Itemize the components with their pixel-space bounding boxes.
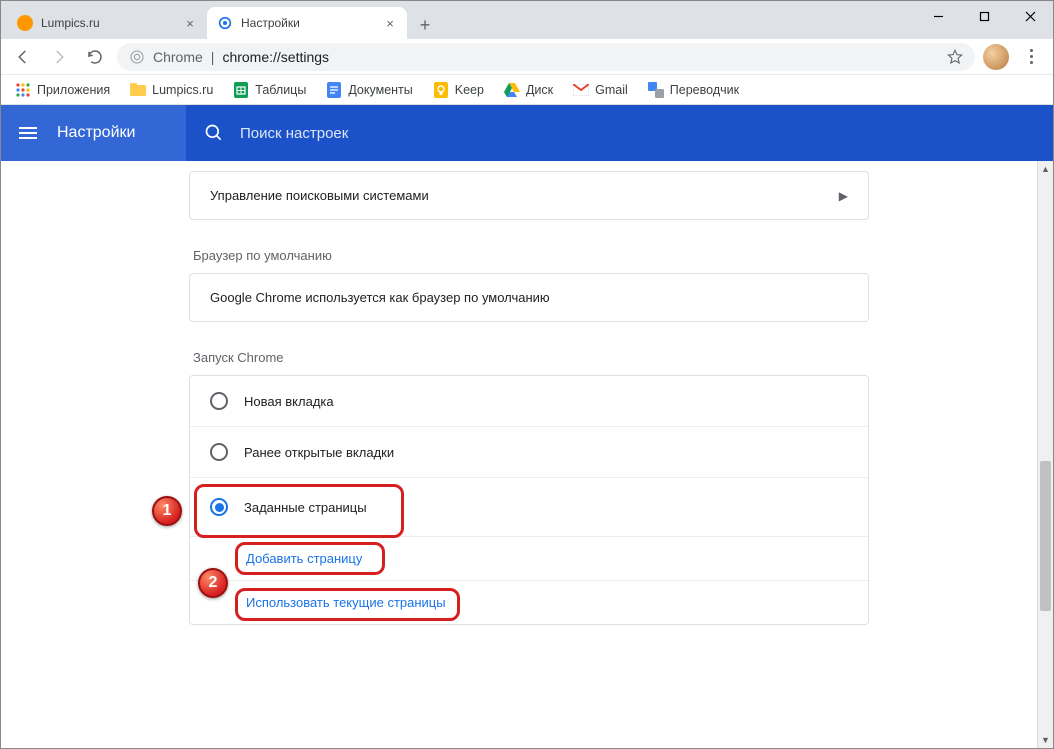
- vertical-scrollbar[interactable]: ▲ ▼: [1037, 161, 1053, 748]
- section-heading: Запуск Chrome: [193, 350, 869, 365]
- folder-icon: [130, 82, 146, 98]
- section-default-browser: Браузер по умолчанию Google Chrome испол…: [189, 248, 869, 322]
- gmail-icon: [573, 82, 589, 98]
- favicon-settings: [217, 15, 233, 31]
- address-bar[interactable]: Chrome | chrome://settings: [117, 43, 975, 71]
- bookmark-drive[interactable]: Диск: [504, 82, 553, 98]
- row-add-page[interactable]: Добавить страницу: [190, 536, 868, 580]
- sheets-icon: [233, 82, 249, 98]
- radio-specific-pages[interactable]: Заданные страницы: [190, 477, 868, 536]
- browser-menu-button[interactable]: [1017, 43, 1045, 71]
- row-manage-search-engines[interactable]: Управление поисковыми системами ▶: [190, 172, 868, 219]
- bookmark-label: Keep: [455, 83, 484, 97]
- titlebar: Lumpics.ru × Настройки × +: [1, 1, 1053, 39]
- settings-title: Настройки: [57, 124, 135, 142]
- tab-strip: Lumpics.ru × Настройки × +: [1, 1, 915, 39]
- scrollbar-thumb[interactable]: [1040, 461, 1051, 611]
- search-icon: [204, 123, 224, 143]
- close-icon[interactable]: ×: [183, 16, 197, 30]
- link-use-current[interactable]: Использовать текущие страницы: [246, 595, 446, 610]
- browser-window: Lumpics.ru × Настройки × + Chrome |: [0, 0, 1054, 749]
- settings-toolbar: Настройки: [1, 105, 1053, 161]
- bookmark-label: Переводчик: [670, 83, 739, 97]
- favicon-lumpics: [17, 15, 33, 31]
- bookmark-lumpics[interactable]: Lumpics.ru: [130, 82, 213, 98]
- back-button[interactable]: [9, 43, 37, 71]
- profile-avatar[interactable]: [983, 44, 1009, 70]
- row-use-current[interactable]: Использовать текущие страницы: [190, 580, 868, 624]
- row-label: Google Chrome используется как браузер п…: [210, 290, 550, 305]
- new-tab-button[interactable]: +: [411, 11, 439, 39]
- keep-icon: [433, 82, 449, 98]
- settings-search-input[interactable]: [240, 125, 1035, 142]
- bookmark-label: Таблицы: [255, 83, 306, 97]
- section-on-startup: Запуск Chrome Новая вкладка Ранее открыт…: [189, 350, 869, 625]
- link-add-page[interactable]: Добавить страницу: [246, 551, 362, 566]
- bookmark-keep[interactable]: Keep: [433, 82, 484, 98]
- bookmark-apps[interactable]: Приложения: [15, 82, 110, 98]
- scroll-down-arrow[interactable]: ▼: [1038, 732, 1053, 748]
- bookmark-label: Диск: [526, 83, 553, 97]
- tab-title: Lumpics.ru: [41, 16, 175, 30]
- reload-button[interactable]: [81, 43, 109, 71]
- bookmark-label: Gmail: [595, 83, 628, 97]
- settings-page: Настройки Управление поисковыми системам…: [1, 105, 1053, 748]
- minimize-button[interactable]: [915, 1, 961, 31]
- tab-lumpics[interactable]: Lumpics.ru ×: [7, 7, 207, 39]
- omnibox-scheme: Chrome: [153, 49, 203, 65]
- omnibox-url: chrome://settings: [222, 49, 329, 65]
- drive-icon: [504, 82, 520, 98]
- bookmark-label: Документы: [348, 83, 412, 97]
- bookmark-translate[interactable]: Переводчик: [648, 82, 739, 98]
- radio-icon: [210, 443, 228, 461]
- menu-icon[interactable]: [19, 127, 37, 139]
- radio-new-tab[interactable]: Новая вкладка: [190, 376, 868, 426]
- close-window-button[interactable]: [1007, 1, 1053, 31]
- radio-continue[interactable]: Ранее открытые вкладки: [190, 426, 868, 477]
- maximize-button[interactable]: [961, 1, 1007, 31]
- bookmark-gmail[interactable]: Gmail: [573, 82, 628, 98]
- browser-toolbar: Chrome | chrome://settings: [1, 39, 1053, 75]
- translate-icon: [648, 82, 664, 98]
- tab-settings[interactable]: Настройки ×: [207, 7, 407, 39]
- radio-label: Заданные страницы: [244, 500, 367, 515]
- bookmark-star-icon[interactable]: [947, 49, 963, 65]
- bookmark-sheets[interactable]: Таблицы: [233, 82, 306, 98]
- page-content: Настройки Управление поисковыми системам…: [1, 105, 1053, 748]
- scroll-up-arrow[interactable]: ▲: [1038, 161, 1053, 177]
- section-search-engines: Управление поисковыми системами ▶: [189, 171, 869, 220]
- window-controls: [915, 1, 1053, 31]
- settings-body: Управление поисковыми системами ▶ Браузе…: [1, 161, 1053, 748]
- annotation-badge-1: 1: [152, 496, 182, 526]
- row-default-browser-status: Google Chrome используется как браузер п…: [190, 274, 868, 321]
- section-heading: Браузер по умолчанию: [193, 248, 869, 263]
- row-label: Управление поисковыми системами: [210, 188, 429, 203]
- bookmark-docs[interactable]: Документы: [326, 82, 412, 98]
- apps-icon: [15, 82, 31, 98]
- radio-icon: [210, 498, 228, 516]
- docs-icon: [326, 82, 342, 98]
- chrome-icon: [129, 49, 145, 65]
- bookmark-label: Приложения: [37, 83, 110, 97]
- radio-label: Новая вкладка: [244, 394, 334, 409]
- forward-button[interactable]: [45, 43, 73, 71]
- bookmarks-bar: Приложения Lumpics.ru Таблицы Документы …: [1, 75, 1053, 105]
- settings-search[interactable]: [186, 105, 1053, 161]
- radio-label: Ранее открытые вкладки: [244, 445, 394, 460]
- radio-icon: [210, 392, 228, 410]
- tab-title: Настройки: [241, 16, 375, 30]
- bookmark-label: Lumpics.ru: [152, 83, 213, 97]
- chevron-right-icon: ▶: [839, 189, 848, 203]
- close-icon[interactable]: ×: [383, 16, 397, 30]
